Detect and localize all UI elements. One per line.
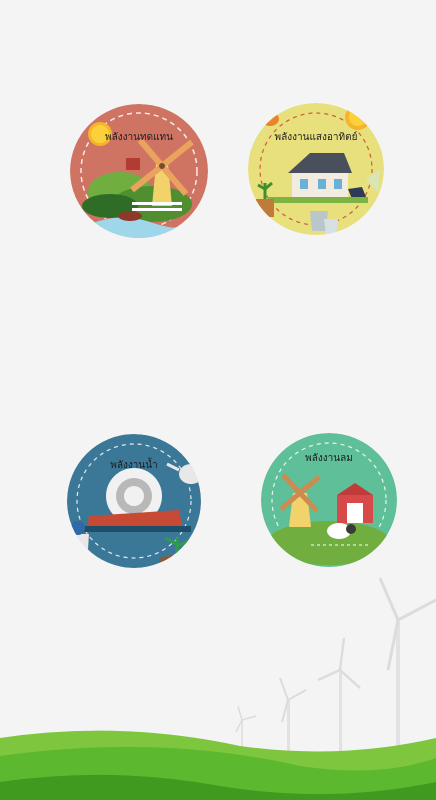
solar-energy-illustration xyxy=(248,103,384,235)
badge-title-water: พลังงานน้ำ xyxy=(110,460,158,471)
solar-energy-badge[interactable]: พลังงานแสงอาทิตย์ xyxy=(248,103,384,235)
landscape-scene xyxy=(0,577,436,800)
water-energy-badge[interactable]: พลังงานน้ำ xyxy=(67,434,201,568)
sun-icon xyxy=(345,104,371,130)
badge-title-solar: พลังงานแสงอาทิตย์ xyxy=(274,132,358,143)
alternative-energy-illustration xyxy=(70,104,208,238)
wind-energy-badge[interactable]: พลังงานลม xyxy=(261,433,397,567)
alternative-energy-badge[interactable]: พลังงานทดแทน xyxy=(70,104,208,238)
pumpkin-icon xyxy=(256,112,279,126)
badge-title-alternative: พลังงานทดแทน xyxy=(105,132,173,143)
badge-title-wind: พลังงานลม xyxy=(305,453,353,464)
water-energy-illustration xyxy=(67,434,201,568)
